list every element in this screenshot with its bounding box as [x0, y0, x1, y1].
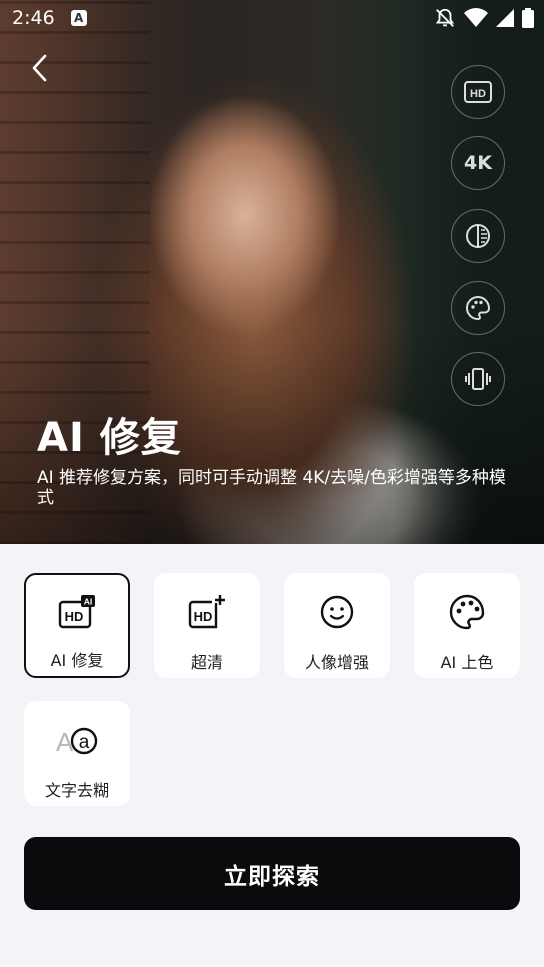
svg-text:HD: HD: [470, 88, 486, 100]
svg-text:HD: HD: [65, 609, 84, 624]
contrast-icon: [466, 224, 490, 248]
wifi-icon: [464, 8, 488, 32]
tool-contrast-button[interactable]: [451, 209, 505, 263]
svg-text:HD: HD: [194, 609, 213, 624]
status-icons: [434, 7, 534, 33]
feature-portrait-enhance[interactable]: 人像增强: [284, 573, 390, 678]
vibrate-icon: [465, 368, 491, 390]
feature-label: 超清: [190, 653, 223, 672]
face-icon: [319, 593, 355, 631]
status-bar: 2:46 A: [0, 0, 544, 36]
mute-icon: [434, 7, 456, 33]
tool-palette-button[interactable]: [451, 281, 505, 335]
tool-vibrate-button[interactable]: [451, 352, 505, 406]
hero-description: AI 推荐修复方案，同时可手动调整 4K/去噪/色彩增强等多种模式: [37, 468, 506, 508]
back-button[interactable]: [22, 50, 58, 86]
4k-icon: 4K: [464, 152, 492, 174]
feature-label: AI 修复: [50, 651, 104, 670]
status-time: 2:46: [12, 7, 55, 29]
feature-text-deblur[interactable]: A a 文字去糊: [24, 701, 130, 806]
hd-plus-icon: HD: [187, 593, 227, 631]
battery-icon: [522, 8, 534, 32]
explore-now-button[interactable]: 立即探索: [24, 837, 520, 910]
notification-icon: A: [70, 10, 87, 26]
hero-title: AI 修复: [37, 415, 182, 461]
palette-icon: [448, 593, 486, 631]
feature-ai-colorize[interactable]: AI 上色: [414, 573, 520, 678]
feature-super-hd[interactable]: HD 超清: [154, 573, 260, 678]
ai-hd-icon: HD AI: [57, 593, 97, 631]
feature-ai-repair[interactable]: HD AI AI 修复: [24, 573, 130, 678]
feature-label: AI 上色: [440, 653, 494, 672]
hd-icon: HD: [464, 81, 492, 103]
signal-icon: [496, 9, 514, 31]
tool-4k-button[interactable]: 4K: [451, 136, 505, 190]
chevron-left-icon: [32, 54, 47, 82]
palette-icon: [466, 295, 491, 321]
svg-text:AI: AI: [84, 597, 93, 607]
feature-label: 人像增强: [304, 653, 369, 672]
feature-label: 文字去糊: [44, 781, 109, 800]
tool-hd-button[interactable]: HD: [451, 65, 505, 119]
svg-text:a: a: [79, 732, 90, 753]
text-deblur-icon: A a: [54, 721, 100, 759]
